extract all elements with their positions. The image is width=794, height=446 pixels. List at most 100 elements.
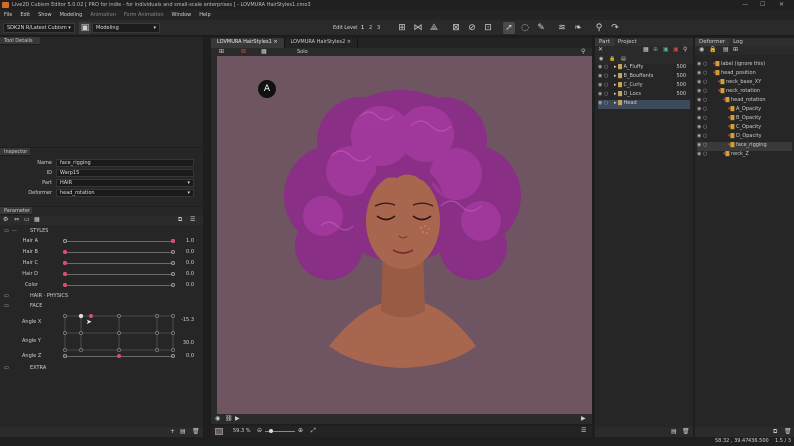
part-select[interactable]: HAIR ▾ bbox=[56, 179, 194, 187]
deformer-tool-icon[interactable]: ⊡ bbox=[482, 22, 494, 34]
canvas-viewport[interactable]: A bbox=[211, 56, 592, 414]
zoom-slider-knob[interactable] bbox=[269, 429, 273, 433]
styles-group-icon[interactable]: ▭ bbox=[4, 228, 9, 234]
face-group-icon[interactable]: ▭ bbox=[4, 303, 9, 309]
parts-add-icon[interactable]: ⊕ bbox=[653, 46, 658, 53]
canvas-view-icon[interactable]: ⊞ bbox=[219, 48, 224, 55]
param-slider-track[interactable] bbox=[65, 241, 173, 242]
deformer-item[interactable]: ◉ ○ ▾▇ label (ignore this) bbox=[697, 61, 792, 70]
param-slider-knob[interactable] bbox=[63, 283, 67, 287]
parameter-title[interactable]: Parameter bbox=[0, 207, 32, 215]
param-slider-track[interactable] bbox=[65, 285, 173, 286]
tab-part[interactable]: Part bbox=[595, 38, 614, 46]
lock-icon[interactable]: ○ bbox=[703, 142, 709, 148]
menu-window[interactable]: Window bbox=[172, 12, 192, 18]
zoom-out-icon[interactable]: ⊖ bbox=[257, 427, 262, 434]
link-chain-icon[interactable]: ⛓ bbox=[225, 415, 233, 422]
play-button[interactable]: ▶ bbox=[581, 415, 586, 422]
grid-icon[interactable]: ▦ bbox=[34, 216, 40, 223]
canvas-grid-icon[interactable]: ▦ bbox=[261, 48, 267, 55]
lock-icon[interactable]: ○ bbox=[703, 151, 709, 157]
angle-z-value[interactable]: 0.0 bbox=[180, 353, 194, 359]
menu-help[interactable]: Help bbox=[199, 12, 210, 18]
deformer-lock-icon[interactable]: 🔒 bbox=[709, 46, 716, 53]
param-value[interactable]: 0.0 bbox=[180, 249, 194, 255]
brush-tool-icon[interactable]: ✎ bbox=[535, 22, 547, 34]
part-item[interactable]: ◉ ○ ▸ ▇ A_Fluffy 500 bbox=[598, 64, 690, 73]
menu-edit[interactable]: Edit bbox=[20, 12, 30, 18]
tab-hairstyles2[interactable]: LOVMURA HairStyles2 × bbox=[285, 38, 359, 48]
arrow-tool-icon[interactable]: ➚ bbox=[503, 22, 515, 34]
lock-icon[interactable]: ○ bbox=[604, 73, 610, 79]
tab-tool-details[interactable]: Tool Details bbox=[0, 37, 40, 45]
tab-close-icon[interactable]: × bbox=[347, 39, 351, 45]
part-item[interactable]: ◉ ○ ▸ ▇ Head bbox=[598, 100, 690, 109]
angle-z-knob[interactable] bbox=[117, 354, 121, 358]
warp-deformer-icon[interactable]: ⊠ bbox=[450, 22, 462, 34]
deformer-trash-icon[interactable]: 🗑 bbox=[784, 428, 792, 435]
lock-icon[interactable]: ○ bbox=[703, 79, 709, 85]
parameter-menu-icon[interactable]: ☰ bbox=[190, 216, 195, 223]
deformer-expand-icon[interactable]: ⊞ bbox=[733, 46, 738, 53]
zoom-in-icon[interactable]: ⊕ bbox=[298, 427, 303, 434]
edit-level-1[interactable]: 1 bbox=[361, 25, 364, 31]
minimize-button[interactable]: — bbox=[742, 1, 748, 8]
copy-icon[interactable]: ⧉ bbox=[178, 216, 182, 224]
camera-icon[interactable]: ◉ bbox=[215, 415, 220, 422]
extra-group-icon[interactable]: ▭ bbox=[4, 365, 9, 371]
param-value[interactable]: 0.0 bbox=[180, 260, 194, 266]
angle-x-value[interactable]: -15.3 bbox=[180, 317, 194, 323]
canvas-menu-icon[interactable]: ☰ bbox=[581, 427, 586, 434]
deformer-copy-icon[interactable]: ⧉ bbox=[773, 428, 777, 436]
sdk-version-dropdown[interactable]: SDK2N R/Latest Cubism ▾ bbox=[3, 23, 75, 33]
deformer-view-icon[interactable]: ▤ bbox=[723, 46, 729, 53]
parameter-settings-icon[interactable]: ⚙ bbox=[3, 216, 8, 223]
canvas-search-icon[interactable]: ⚲ bbox=[581, 48, 585, 55]
maximize-button[interactable]: ☐ bbox=[760, 1, 765, 8]
menu-file[interactable]: File bbox=[4, 12, 12, 18]
feather-icon[interactable]: ❧ bbox=[572, 22, 584, 34]
menu-modeling[interactable]: Modeling bbox=[60, 12, 83, 18]
pin-tool-icon[interactable]: ⚲ bbox=[593, 22, 605, 34]
angle-y-value[interactable]: 30.0 bbox=[180, 340, 194, 346]
lock-icon[interactable]: ○ bbox=[703, 70, 709, 76]
lasso-tool-icon[interactable]: ◌ bbox=[519, 22, 531, 34]
video-icon[interactable]: ▶ bbox=[235, 415, 240, 422]
param-slider-knob[interactable] bbox=[171, 239, 175, 243]
hair-physics-group-icon[interactable]: ▭ bbox=[4, 293, 9, 299]
deformer-item[interactable]: ◉ ○ ▾▇ head_rotation bbox=[697, 97, 792, 106]
deformer-item[interactable]: ◉ ○ ▾▇ C_Opacity bbox=[697, 124, 792, 133]
add-parameter-icon[interactable]: + bbox=[170, 428, 175, 435]
deformer-item[interactable]: ◉ ○ ▾▇ head_position bbox=[697, 70, 792, 79]
deformer-item[interactable]: ◉ ○ ▾▇ neck_Z bbox=[697, 151, 792, 160]
parts-folder-icon[interactable]: ▤ bbox=[671, 428, 677, 435]
deformer-item[interactable]: ◉ ○ ▾▇ A_Opacity bbox=[697, 106, 792, 115]
name-field[interactable]: face_rigging bbox=[56, 159, 194, 167]
lock-icon[interactable]: ○ bbox=[703, 106, 709, 112]
auto-mesh-icon[interactable]: ⋈ bbox=[412, 22, 424, 34]
menu-animation[interactable]: Animation bbox=[90, 12, 116, 18]
mode-dropdown[interactable]: Modeling ▾ bbox=[92, 23, 160, 33]
deformer-item[interactable]: ◉ ○ ▾▇ B_Opacity bbox=[697, 115, 792, 124]
tab-deformer[interactable]: Deformer bbox=[695, 38, 730, 46]
solo-label[interactable]: Solo bbox=[297, 49, 308, 55]
lock-icon[interactable]: ○ bbox=[703, 97, 709, 103]
zoom-value[interactable]: 59.3 % bbox=[233, 428, 250, 434]
glue-icon[interactable]: ⟁ bbox=[428, 22, 440, 34]
tab-close-icon[interactable]: × bbox=[273, 39, 277, 45]
canvas-record-icon[interactable]: ⊠ bbox=[241, 48, 246, 55]
deformer-eye-icon[interactable]: ◉ bbox=[699, 46, 704, 53]
link-icon[interactable]: ⇔ bbox=[14, 216, 19, 223]
lock-icon[interactable]: ○ bbox=[703, 133, 709, 139]
parts-settings-icon[interactable]: ✕ bbox=[598, 46, 603, 53]
part-item[interactable]: ◉ ○ ▸ ▇ B_Bouffants 500 bbox=[598, 73, 690, 82]
param-slider-knob[interactable] bbox=[63, 250, 67, 254]
parts-grid-icon[interactable]: ▦ bbox=[643, 46, 649, 53]
param-value[interactable]: 1.0 bbox=[180, 238, 194, 244]
rotation-deformer-icon[interactable]: ⊘ bbox=[466, 22, 478, 34]
mesh-edit-icon[interactable]: ⊞ bbox=[396, 22, 408, 34]
lock-icon[interactable]: ○ bbox=[604, 100, 610, 106]
folder-icon[interactable]: ▤ bbox=[180, 428, 186, 435]
param-value[interactable]: 0.0 bbox=[180, 271, 194, 277]
minus-icon[interactable]: ▭ bbox=[24, 216, 30, 223]
